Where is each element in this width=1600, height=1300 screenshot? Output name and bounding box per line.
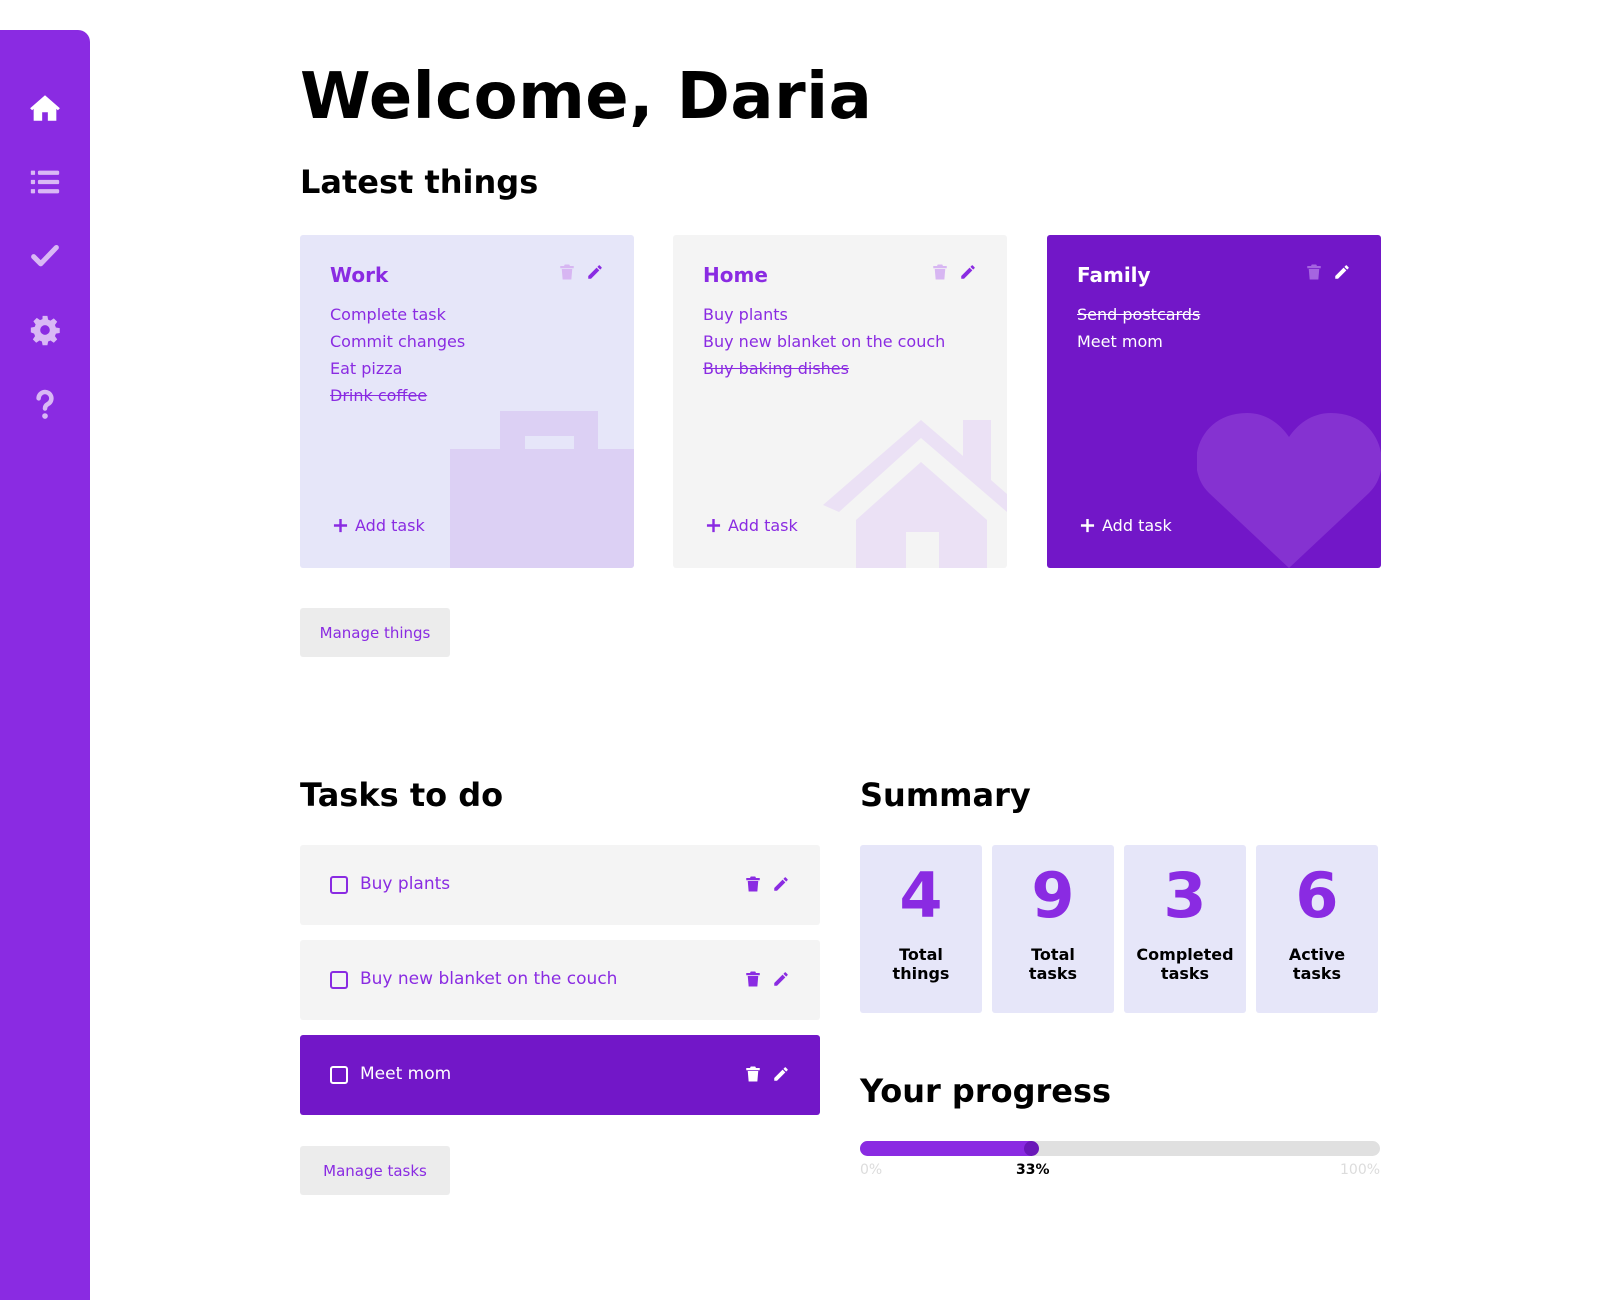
stat-active-tasks: 6 Active tasks [1256, 845, 1378, 1013]
trash-icon[interactable] [1305, 263, 1323, 285]
add-task-button[interactable]: Add task [1080, 516, 1172, 535]
trash-icon[interactable] [931, 263, 949, 285]
tasks-title: Tasks to do [300, 776, 504, 814]
list-icon[interactable] [27, 164, 63, 200]
stat-label: Completed tasks [1136, 945, 1234, 983]
card-title: Home [703, 263, 768, 287]
add-task-label: Add task [728, 516, 798, 535]
latest-things-title: Latest things [300, 163, 539, 201]
task-checkbox[interactable] [330, 971, 348, 989]
list-item[interactable]: Buy new blanket on the couch [703, 328, 945, 355]
pencil-icon[interactable] [959, 263, 977, 285]
add-task-label: Add task [355, 516, 425, 535]
task-actions [744, 875, 790, 897]
thing-card-family[interactable]: Family Send postcards Meet mom Add task [1047, 235, 1381, 568]
add-task-button[interactable]: Add task [333, 516, 425, 535]
checkmark-icon[interactable] [27, 238, 63, 274]
task-row: Meet mom [300, 1035, 820, 1115]
task-checkbox[interactable] [330, 1066, 348, 1084]
stat-label: Total things [892, 945, 950, 983]
sidebar [0, 30, 90, 1300]
manage-tasks-button[interactable]: Manage tasks [300, 1146, 450, 1195]
list-item[interactable]: Buy plants [703, 301, 945, 328]
stat-value: 4 [899, 859, 943, 932]
progress-knob [1024, 1141, 1039, 1156]
plus-icon [1080, 518, 1095, 533]
house-icon [823, 420, 1007, 568]
home-icon[interactable] [27, 90, 63, 126]
thing-card-home[interactable]: Home Buy plants Buy new blanket on the c… [673, 235, 1007, 568]
list-item[interactable]: Drink coffee [330, 382, 465, 409]
pencil-icon[interactable] [772, 970, 790, 992]
card-task-list: Buy plants Buy new blanket on the couch … [703, 301, 945, 382]
gear-icon[interactable] [27, 312, 63, 348]
manage-things-button[interactable]: Manage things [300, 608, 450, 657]
list-item[interactable]: Meet mom [1077, 328, 1200, 355]
card-actions [1305, 263, 1351, 285]
card-actions [931, 263, 977, 285]
add-task-label: Add task [1102, 516, 1172, 535]
task-row: Buy new blanket on the couch [300, 940, 820, 1020]
plus-icon [706, 518, 721, 533]
pencil-icon[interactable] [772, 1065, 790, 1087]
trash-icon[interactable] [744, 875, 762, 897]
list-item[interactable]: Complete task [330, 301, 465, 328]
list-item[interactable]: Eat pizza [330, 355, 465, 382]
pencil-icon[interactable] [586, 263, 604, 285]
stat-value: 6 [1295, 859, 1339, 932]
card-actions [558, 263, 604, 285]
summary-title: Summary [860, 776, 1031, 814]
progress-min-label: 0% [860, 1162, 883, 1178]
task-actions [744, 1065, 790, 1087]
list-item[interactable]: Commit changes [330, 328, 465, 355]
progress-fill [860, 1141, 1032, 1156]
card-title: Family [1077, 263, 1151, 287]
pencil-icon[interactable] [1333, 263, 1351, 285]
task-row: Buy plants [300, 845, 820, 925]
progress-title: Your progress [860, 1072, 1112, 1110]
progress-max-label: 100% [1340, 1162, 1381, 1178]
trash-icon[interactable] [744, 1065, 762, 1087]
progress-current-label: 33% [1016, 1162, 1050, 1178]
stat-value: 3 [1163, 859, 1207, 932]
help-icon[interactable] [27, 386, 63, 422]
trash-icon[interactable] [558, 263, 576, 285]
card-task-list: Send postcards Meet mom [1077, 301, 1200, 355]
card-title: Work [330, 263, 389, 287]
task-checkbox[interactable] [330, 876, 348, 894]
trash-icon[interactable] [744, 970, 762, 992]
stat-value: 9 [1031, 859, 1075, 932]
stat-total-tasks: 9 Total tasks [992, 845, 1114, 1013]
briefcase-icon [450, 411, 634, 568]
task-label: Meet mom [360, 1064, 452, 1084]
plus-icon [333, 518, 348, 533]
card-task-list: Complete task Commit changes Eat pizza D… [330, 301, 465, 409]
stat-completed-tasks: 3 Completed tasks [1124, 845, 1246, 1013]
add-task-button[interactable]: Add task [706, 516, 798, 535]
stat-total-things: 4 Total things [860, 845, 982, 1013]
heart-icon [1197, 413, 1381, 568]
task-label: Buy plants [360, 874, 451, 894]
pencil-icon[interactable] [772, 875, 790, 897]
page-title: Welcome, Daria [300, 60, 873, 134]
list-item[interactable]: Send postcards [1077, 301, 1200, 328]
stat-label: Total tasks [1028, 945, 1078, 983]
task-actions [744, 970, 790, 992]
stat-label: Active tasks [1288, 945, 1346, 983]
task-label: Buy new blanket on the couch [360, 969, 618, 989]
progress-bar [860, 1141, 1380, 1156]
list-item[interactable]: Buy baking dishes [703, 355, 945, 382]
thing-card-work[interactable]: Work Complete task Commit changes Eat pi… [300, 235, 634, 568]
